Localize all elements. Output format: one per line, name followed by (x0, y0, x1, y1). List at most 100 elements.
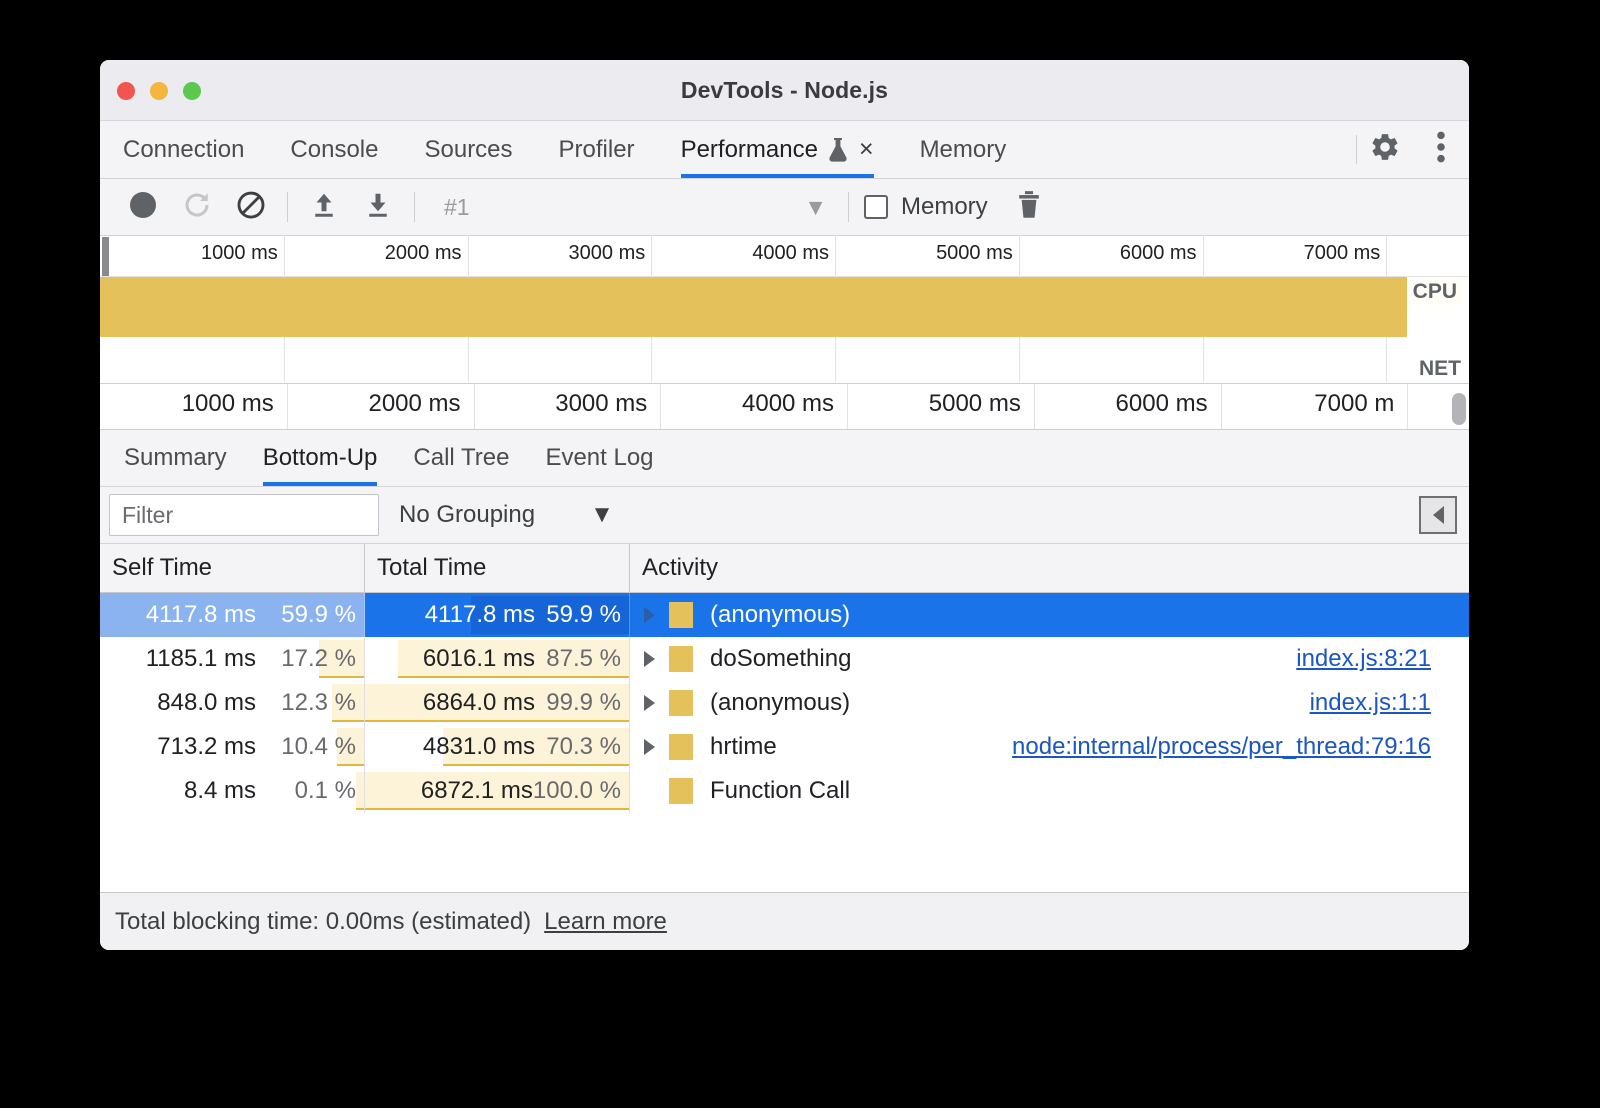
activity-name: hrtime (710, 733, 777, 761)
expand-triangle-icon[interactable] (644, 607, 655, 623)
memory-checkbox-group[interactable]: Memory (864, 193, 988, 221)
tab-summary[interactable]: Summary (106, 430, 245, 486)
cell-total-time: 6864.0 ms99.9 % (365, 681, 630, 725)
ruler-tick-label: 2000 ms (385, 242, 462, 265)
self-time-percent: 17.2 % (270, 645, 356, 673)
cell-self-time: 713.2 ms10.4 % (100, 725, 365, 769)
table-row[interactable]: 848.0 ms12.3 %6864.0 ms99.9 %(anonymous)… (100, 681, 1469, 725)
cell-activity: doSomething index.js:8:21 (630, 637, 1469, 681)
cell-self-time: 1185.1 ms17.2 % (100, 637, 365, 681)
total-time-percent: 100.0 % (533, 777, 621, 805)
column-header-total-time[interactable]: Total Time (365, 544, 630, 592)
tab-call-tree[interactable]: Call Tree (395, 430, 527, 486)
activity-name: doSomething (710, 645, 851, 673)
save-profile-button[interactable] (351, 179, 405, 235)
tab-connection[interactable]: Connection (100, 121, 267, 178)
source-location-link[interactable]: index.js:1:1 (1310, 689, 1431, 717)
activity-color-swatch (669, 778, 693, 804)
tab-label: Sources (424, 136, 512, 164)
cell-total-time: 6016.1 ms87.5 % (365, 637, 630, 681)
timeline-tick: 6000 ms (1221, 384, 1222, 429)
expand-triangle-icon[interactable] (644, 695, 655, 711)
timeline-tick: 4000 ms (847, 384, 848, 429)
source-location-link[interactable]: index.js:8:21 (1296, 645, 1431, 673)
timeline-scrollbar-thumb[interactable] (1452, 393, 1466, 425)
timeline-overview[interactable]: 1000 ms2000 ms3000 ms4000 ms5000 ms6000 … (100, 236, 1469, 384)
grouping-select[interactable]: No Grouping ▼ (399, 501, 614, 529)
delete-recording-button[interactable] (1002, 179, 1056, 235)
memory-checkbox-label: Memory (901, 193, 988, 221)
expand-triangle-icon[interactable] (644, 739, 655, 755)
timeline-tick-label: 1000 ms (182, 390, 274, 418)
close-icon[interactable]: × (859, 137, 874, 162)
tabbar-spacer (1029, 121, 1356, 178)
self-time-values: 713.2 ms10.4 % (157, 733, 364, 761)
timeline-tick-label: 4000 ms (742, 390, 834, 418)
record-button[interactable] (116, 179, 170, 235)
memory-checkbox[interactable] (864, 195, 888, 219)
table-row[interactable]: 713.2 ms10.4 % 4831.0 ms70.3 % hrtime node:… (100, 725, 1469, 769)
tab-profiler[interactable]: Profiler (536, 121, 658, 178)
source-location-link[interactable]: node:internal/process/per_thread:79:16 (1012, 733, 1431, 761)
flask-icon (827, 136, 849, 163)
ruler-tick: 5000 ms (1019, 236, 1020, 276)
total-time-ms: 6864.0 ms (423, 689, 535, 717)
toolbar-divider (287, 192, 288, 222)
total-time-percent: 99.9 % (535, 689, 621, 717)
tab-event-log[interactable]: Event Log (527, 430, 671, 486)
cell-self-time: 8.4 ms 0.1 % (100, 769, 365, 813)
table-row[interactable]: 8.4 ms 0.1 % 6872.1 ms100.0 % Function Call (100, 769, 1469, 813)
detail-tabbar: Summary Bottom-Up Call Tree Event Log (100, 430, 1469, 487)
settings-button[interactable] (1357, 121, 1413, 178)
total-time-ms: 6016.1 ms (423, 645, 535, 673)
ruler-tick-label: 5000 ms (936, 242, 1013, 265)
net-track[interactable]: NET (100, 337, 1469, 382)
activity-name: Function Call (710, 777, 850, 805)
tab-memory[interactable]: Memory (897, 121, 1030, 178)
timeline-tick-label: 6000 ms (1116, 390, 1208, 418)
self-time-values: 8.4 ms 0.1 % (184, 777, 364, 805)
table-header-row: Self Time Total Time Activity (100, 544, 1469, 593)
table-row[interactable]: 1185.1 ms17.2 %6016.1 ms87.5 %doSomethin… (100, 637, 1469, 681)
reload-icon (182, 190, 212, 225)
profile-select[interactable]: #1 ▼ (424, 179, 839, 235)
load-profile-button[interactable] (297, 179, 351, 235)
ruler-tick-label: 1000 ms (201, 242, 278, 265)
table-row[interactable]: 4117.8 ms59.9 %4117.8 ms59.9 %(anonymous… (100, 593, 1469, 637)
subtab-label: Bottom-Up (263, 444, 378, 472)
trash-icon (1015, 190, 1043, 225)
grouping-value: No Grouping (399, 501, 535, 529)
more-options-button[interactable] (1413, 121, 1469, 178)
activity-color-swatch (669, 646, 693, 672)
window-titlebar: DevTools - Node.js (100, 60, 1469, 121)
tab-label: Connection (123, 136, 244, 164)
tab-console[interactable]: Console (267, 121, 401, 178)
chevron-down-icon: ▼ (590, 501, 614, 529)
total-time-ms: 6872.1 ms (421, 777, 533, 805)
tab-bottom-up[interactable]: Bottom-Up (245, 430, 396, 486)
cpu-track[interactable]: CPU (100, 277, 1469, 337)
tab-performance[interactable]: Performance × (658, 121, 897, 178)
total-time-values: 4831.0 ms70.3 % (423, 733, 629, 761)
net-ruler-tick (284, 337, 285, 382)
overview-left-handle[interactable] (102, 237, 109, 276)
filter-input[interactable] (109, 494, 379, 536)
clear-button[interactable] (224, 179, 278, 235)
ruler-tick-label: 3000 ms (569, 242, 646, 265)
timeline-ruler[interactable]: 1000 ms2000 ms3000 ms4000 ms5000 ms6000 … (100, 384, 1469, 430)
total-time-values: 6864.0 ms99.9 % (423, 689, 629, 717)
reload-and-record-button[interactable] (170, 179, 224, 235)
tab-sources[interactable]: Sources (401, 121, 535, 178)
self-time-percent: 0.1 % (270, 777, 356, 805)
net-track-label: NET (1419, 357, 1461, 381)
learn-more-link[interactable]: Learn more (544, 908, 667, 936)
table-body: 4117.8 ms59.9 %4117.8 ms59.9 %(anonymous… (100, 593, 1469, 933)
window-title: DevTools - Node.js (100, 77, 1469, 104)
self-time-ms: 8.4 ms (184, 777, 256, 805)
timeline-tick: 5000 ms (1034, 384, 1035, 429)
column-header-activity[interactable]: Activity (630, 544, 1469, 592)
expand-triangle-icon[interactable] (644, 651, 655, 667)
column-header-self-time[interactable]: Self Time (100, 544, 365, 592)
collapse-sidebar-button[interactable] (1419, 496, 1457, 534)
ruler-tick: 3000 ms (651, 236, 652, 276)
